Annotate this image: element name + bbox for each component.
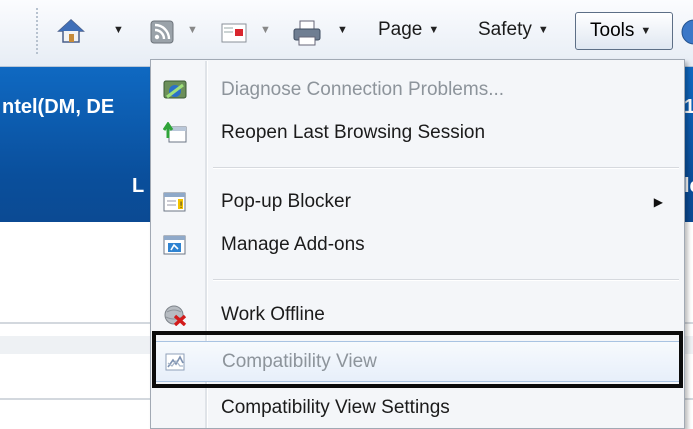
reopen-session-icon — [163, 122, 187, 143]
submenu-arrow-icon: ▶ — [653, 195, 663, 209]
feeds-dropdown-arrow[interactable]: ▼ — [181, 12, 198, 48]
chevron-down-icon: ▼ — [537, 24, 549, 36]
safety-menu-label: Safety — [478, 19, 532, 40]
diagnose-icon — [163, 80, 187, 99]
home-icon[interactable] — [57, 17, 85, 45]
menu-item-label: Diagnose Connection Problems... — [221, 79, 505, 100]
menu-item-reopen-session[interactable]: Reopen Last Browsing Session — [153, 114, 683, 152]
menu-item-label: Manage Add-ons — [221, 234, 365, 255]
banner-mid-right-text: le — [684, 175, 693, 197]
svg-text:!: ! — [179, 201, 183, 211]
menu-item-label: Pop-up Blocker — [221, 191, 351, 212]
menu-separator — [213, 167, 679, 169]
menu-item-label: Compatibility View Settings — [221, 397, 450, 418]
menu-separator — [213, 279, 679, 281]
menu-item-label: Reopen Last Browsing Session — [221, 122, 486, 143]
highlight-outline — [152, 331, 683, 388]
banner-mid-text: L — [132, 175, 145, 197]
chevron-down-icon: ▼ — [187, 24, 198, 36]
help-icon[interactable] — [680, 18, 693, 46]
chevron-down-icon: ▼ — [113, 24, 124, 36]
page-menu-label: Page — [378, 19, 423, 40]
addons-icon — [163, 235, 186, 255]
page-menu-button[interactable]: Page ▼ — [378, 12, 439, 48]
menu-item-popup-blocker[interactable]: ! Pop-up Blocker ▶ — [153, 183, 683, 221]
menu-item-work-offline[interactable]: Work Offline — [153, 296, 683, 334]
tools-menu-button[interactable]: Tools ▼ — [575, 12, 673, 50]
home-dropdown-arrow[interactable]: ▼ — [107, 12, 124, 48]
popup-blocker-icon: ! — [163, 192, 186, 212]
chevron-down-icon: ▼ — [260, 24, 271, 36]
print-icon[interactable] — [292, 19, 322, 47]
menu-item-label: Work Offline — [221, 304, 325, 325]
command-bar: ▼ ▼ ▼ ▼ Page ▼ Safety ▼ Tools ▼ — [0, 0, 693, 67]
menu-item-manage-addons[interactable]: Manage Add-ons — [153, 226, 683, 264]
safety-menu-button[interactable]: Safety ▼ — [478, 12, 549, 48]
work-offline-icon — [164, 305, 187, 326]
print-dropdown-arrow[interactable]: ▼ — [331, 12, 348, 48]
chevron-down-icon: ▼ — [640, 25, 652, 37]
menu-item-diagnose-connection[interactable]: Diagnose Connection Problems... — [153, 71, 683, 109]
chevron-down-icon: ▼ — [428, 24, 440, 36]
chevron-down-icon: ▼ — [337, 24, 348, 36]
feeds-icon[interactable] — [150, 20, 174, 44]
toolbar-grip — [36, 8, 38, 54]
menu-item-compatibility-view-settings[interactable]: Compatibility View Settings — [153, 389, 683, 427]
mail-dropdown-arrow[interactable]: ▼ — [254, 12, 271, 48]
mail-icon[interactable] — [221, 23, 247, 43]
banner-right-text: 1 — [684, 96, 693, 118]
tools-menu-label: Tools — [590, 20, 635, 41]
banner-left-text: ntel(DM, DE — [2, 96, 115, 118]
